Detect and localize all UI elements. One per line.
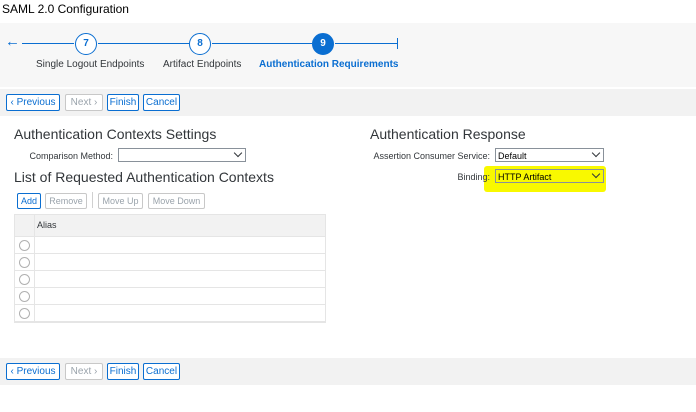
add-button[interactable]: Add: [17, 193, 41, 209]
acs-select[interactable]: Default: [495, 148, 604, 162]
requested-contexts-title: List of Requested Authentication Context…: [14, 169, 274, 185]
row-select-radio[interactable]: [19, 257, 30, 268]
chevron-down-icon: [233, 148, 243, 158]
progress-line: [22, 43, 74, 44]
window-title: SAML 2.0 Configuration: [2, 2, 129, 16]
chevron-left-icon: ‹: [10, 366, 14, 377]
table-header: Alias: [15, 215, 325, 237]
table-row[interactable]: [15, 305, 325, 322]
step-9-label[interactable]: Authentication Requirements: [259, 59, 398, 70]
move-down-button[interactable]: Move Down: [148, 193, 205, 209]
table-row[interactable]: [15, 237, 325, 254]
move-up-button[interactable]: Move Up: [98, 193, 143, 209]
step-9-indicator[interactable]: 9: [312, 33, 334, 55]
remove-button[interactable]: Remove: [45, 193, 87, 209]
binding-label: Binding:: [457, 172, 490, 182]
chevron-right-icon: ›: [94, 366, 98, 377]
previous-label: Previous: [16, 97, 56, 108]
comparison-method-select[interactable]: [118, 148, 246, 162]
previous-button[interactable]: ‹ Previous: [6, 94, 60, 111]
contexts-table: Alias: [14, 214, 326, 323]
arrow-left-icon[interactable]: ←: [5, 34, 20, 49]
progress-line: [212, 43, 312, 44]
binding-value: HTTP Artifact: [498, 172, 552, 182]
chevron-right-icon: ›: [94, 97, 98, 108]
progress-line: [98, 43, 189, 44]
previous-label: Previous: [16, 366, 56, 377]
step-8-label[interactable]: Artifact Endpoints: [163, 59, 241, 70]
bottom-toolbar: [0, 358, 696, 385]
progress-line: [335, 43, 398, 44]
progress-end-marker: [397, 38, 398, 49]
next-label: Next: [70, 366, 92, 377]
row-select-radio[interactable]: [19, 240, 30, 251]
next-button[interactable]: Next ›: [65, 94, 103, 111]
acs-label: Assertion Consumer Service:: [373, 151, 490, 161]
table-row[interactable]: [15, 271, 325, 288]
cancel-button[interactable]: Cancel: [143, 363, 180, 380]
auth-response-title: Authentication Response: [370, 126, 526, 142]
comparison-method-label: Comparison Method:: [29, 151, 113, 161]
acs-value: Default: [498, 151, 527, 161]
row-select-radio[interactable]: [19, 308, 30, 319]
alias-column-header[interactable]: Alias: [37, 220, 57, 230]
step-7-label[interactable]: Single Logout Endpoints: [36, 59, 144, 70]
chevron-left-icon: ‹: [10, 97, 14, 108]
finish-button[interactable]: Finish: [107, 363, 139, 380]
finish-button[interactable]: Finish: [107, 94, 139, 111]
row-select-radio[interactable]: [19, 291, 30, 302]
cancel-button[interactable]: Cancel: [143, 94, 180, 111]
next-label: Next: [70, 97, 92, 108]
chevron-down-icon: [591, 148, 601, 158]
step-8-indicator[interactable]: 8: [189, 33, 211, 55]
wizard-progress-bar: [0, 23, 696, 87]
row-select-radio[interactable]: [19, 274, 30, 285]
auth-contexts-title: Authentication Contexts Settings: [14, 126, 217, 142]
step-7-indicator[interactable]: 7: [75, 33, 97, 55]
next-button[interactable]: Next ›: [65, 363, 103, 380]
previous-button[interactable]: ‹ Previous: [6, 363, 60, 380]
table-row[interactable]: [15, 254, 325, 271]
table-row[interactable]: [15, 288, 325, 305]
toolbar-separator: [92, 192, 93, 208]
binding-select[interactable]: HTTP Artifact: [495, 169, 604, 183]
chevron-down-icon: [591, 169, 601, 179]
top-toolbar: [0, 89, 696, 116]
